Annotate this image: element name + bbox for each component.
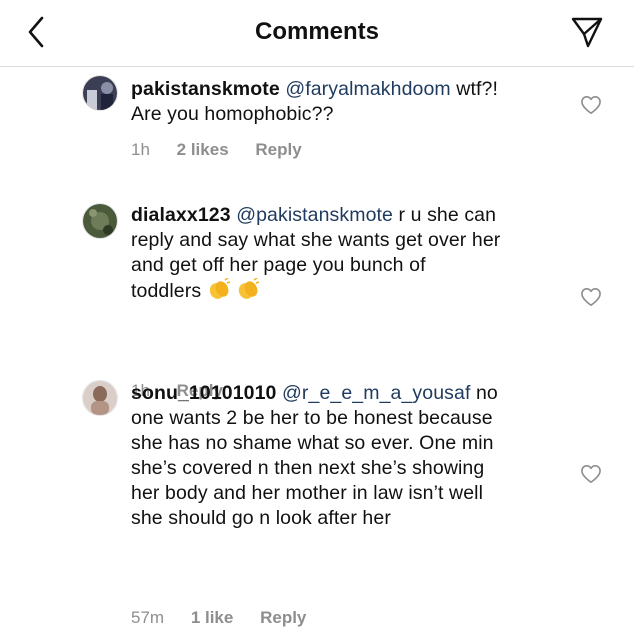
comment-text: sonu_10101010 @r_e_e_m_a_yousaf no one w… [131,382,498,529]
comment-meta: 57m 1 like Reply [131,608,328,628]
comment-username[interactable]: sonu_10101010 [131,382,276,404]
heart-icon[interactable] [580,95,602,115]
page-title: Comments [254,18,380,45]
comment-likes[interactable]: 2 likes [177,140,229,159]
heart-icon[interactable] [580,464,602,484]
comment-text: dialaxx123 @pakistanskmote r u she can r… [131,204,501,302]
avatar[interactable] [82,75,118,111]
comment-text: pakistanskmote @faryalmakhdoom wtf?! Are… [131,78,498,125]
paper-plane-icon[interactable] [570,15,604,49]
comment-mention[interactable]: @pakistanskmote [236,204,393,226]
reply-button[interactable]: Reply [255,140,301,159]
header-bar: Comments [0,0,634,67]
clapping-hands-icon [209,278,230,299]
heart-icon[interactable] [580,287,602,307]
comment-meta: 1h 2 likes Reply [131,140,324,160]
comment-username[interactable]: pakistanskmote [131,78,280,100]
comment-time: 1h [131,140,150,159]
avatar[interactable] [82,203,118,239]
comment-time: 57m [131,608,165,627]
comment-mention[interactable]: @r_e_e_m_a_yousaf [282,382,470,404]
comment-likes[interactable]: 1 like [191,608,234,627]
comment-username[interactable]: dialaxx123 [131,204,231,226]
comment-mention[interactable]: @faryalmakhdoom [285,78,450,100]
reply-button[interactable]: Reply [260,608,306,627]
avatar[interactable] [82,380,118,416]
clapping-hands-icon [239,278,260,299]
